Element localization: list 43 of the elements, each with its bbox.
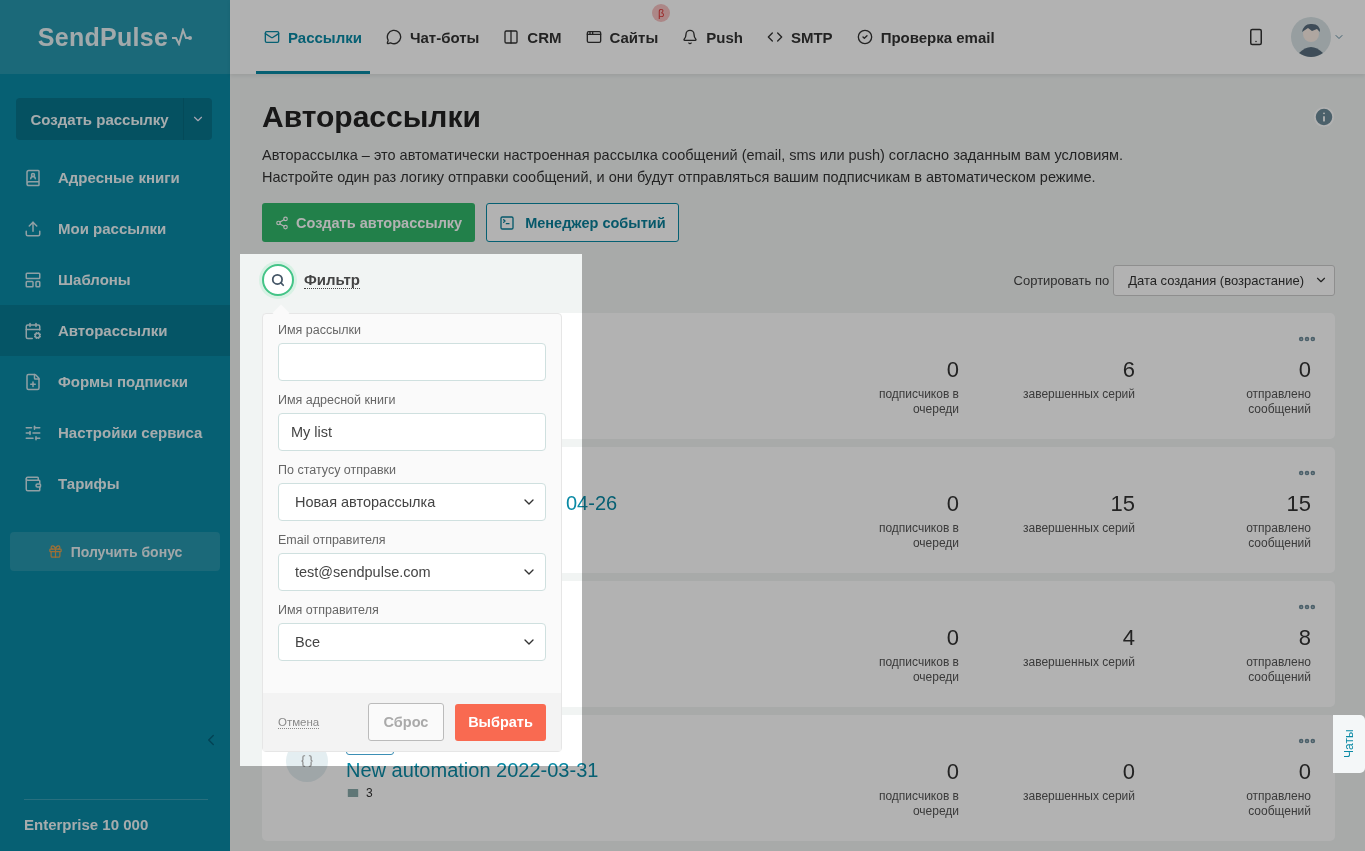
stat-label: завершенных серий [1021,789,1135,804]
beta-badge: β [652,4,671,22]
stat-label: завершенных серий [1021,655,1135,670]
field-label: Имя адресной книги [278,393,397,407]
stat-label: завершенных серий [1021,387,1135,402]
stat-label: подписчиков в очереди [877,387,959,417]
stat-value: 0 [1298,357,1311,383]
page-description: Авторассылка – это автоматически настроенная рассылка сообщений (email, sms или push) согласно заданным вам условиям. Настройте один раз логику отправки сообщений, и они будут отправляться вашим подписчикам в автоматическом режиме. [262,146,1125,187]
stat-label: подписчиков в очереди [877,521,959,551]
stat-label: подписчиков в очереди [877,655,959,685]
sidebar-label: Тарифы [58,475,120,492]
stat-label: отправлено сообщений [1245,789,1311,819]
stat-label: подписчиков в очереди [877,789,959,819]
stat-value: 0 [1122,759,1135,785]
plan-name: Enterprise 10 000 [24,799,208,851]
logo-text: SendPulse [37,22,169,52]
stat-label: отправлено сообщений [1245,521,1311,551]
sidebar-label: Настройки сервиса [58,424,203,441]
stat-label: завершенных серий [1021,521,1135,536]
stat-value: 4 [1122,625,1135,651]
stat-value: 15 [1110,491,1135,517]
stat-value: 0 [1298,759,1311,785]
stat-label: отправлено сообщений [1245,387,1311,417]
stat-value: 0 [946,625,959,651]
stat-value: 0 [946,357,959,383]
field-label: Имя отправителя [278,603,380,617]
stat-label: отправлено сообщений [1245,655,1311,685]
stat-value: 0 [946,491,959,517]
sidebar-label: Авторассылки [58,322,168,339]
stat-value: 8 [1298,625,1311,651]
sidebar-label: Адресные книги [58,169,180,186]
message-count: 3 [366,786,373,800]
field-label: Имя рассылки [278,323,362,337]
stat-value: 0 [946,759,959,785]
field-label: По статусу отправки [278,463,398,477]
stat-value: 15 [1286,491,1311,517]
sidebar-label: Формы подписки [58,373,188,390]
field-label: Email отправителя [278,533,387,547]
stat-value: 6 [1122,357,1135,383]
sidebar-label: Шаблоны [58,271,131,288]
sort-label: Сортировать по [1013,272,1110,288]
sidebar-label: Мои рассылки [58,220,167,237]
page-title: Авторассылки [262,100,481,134]
